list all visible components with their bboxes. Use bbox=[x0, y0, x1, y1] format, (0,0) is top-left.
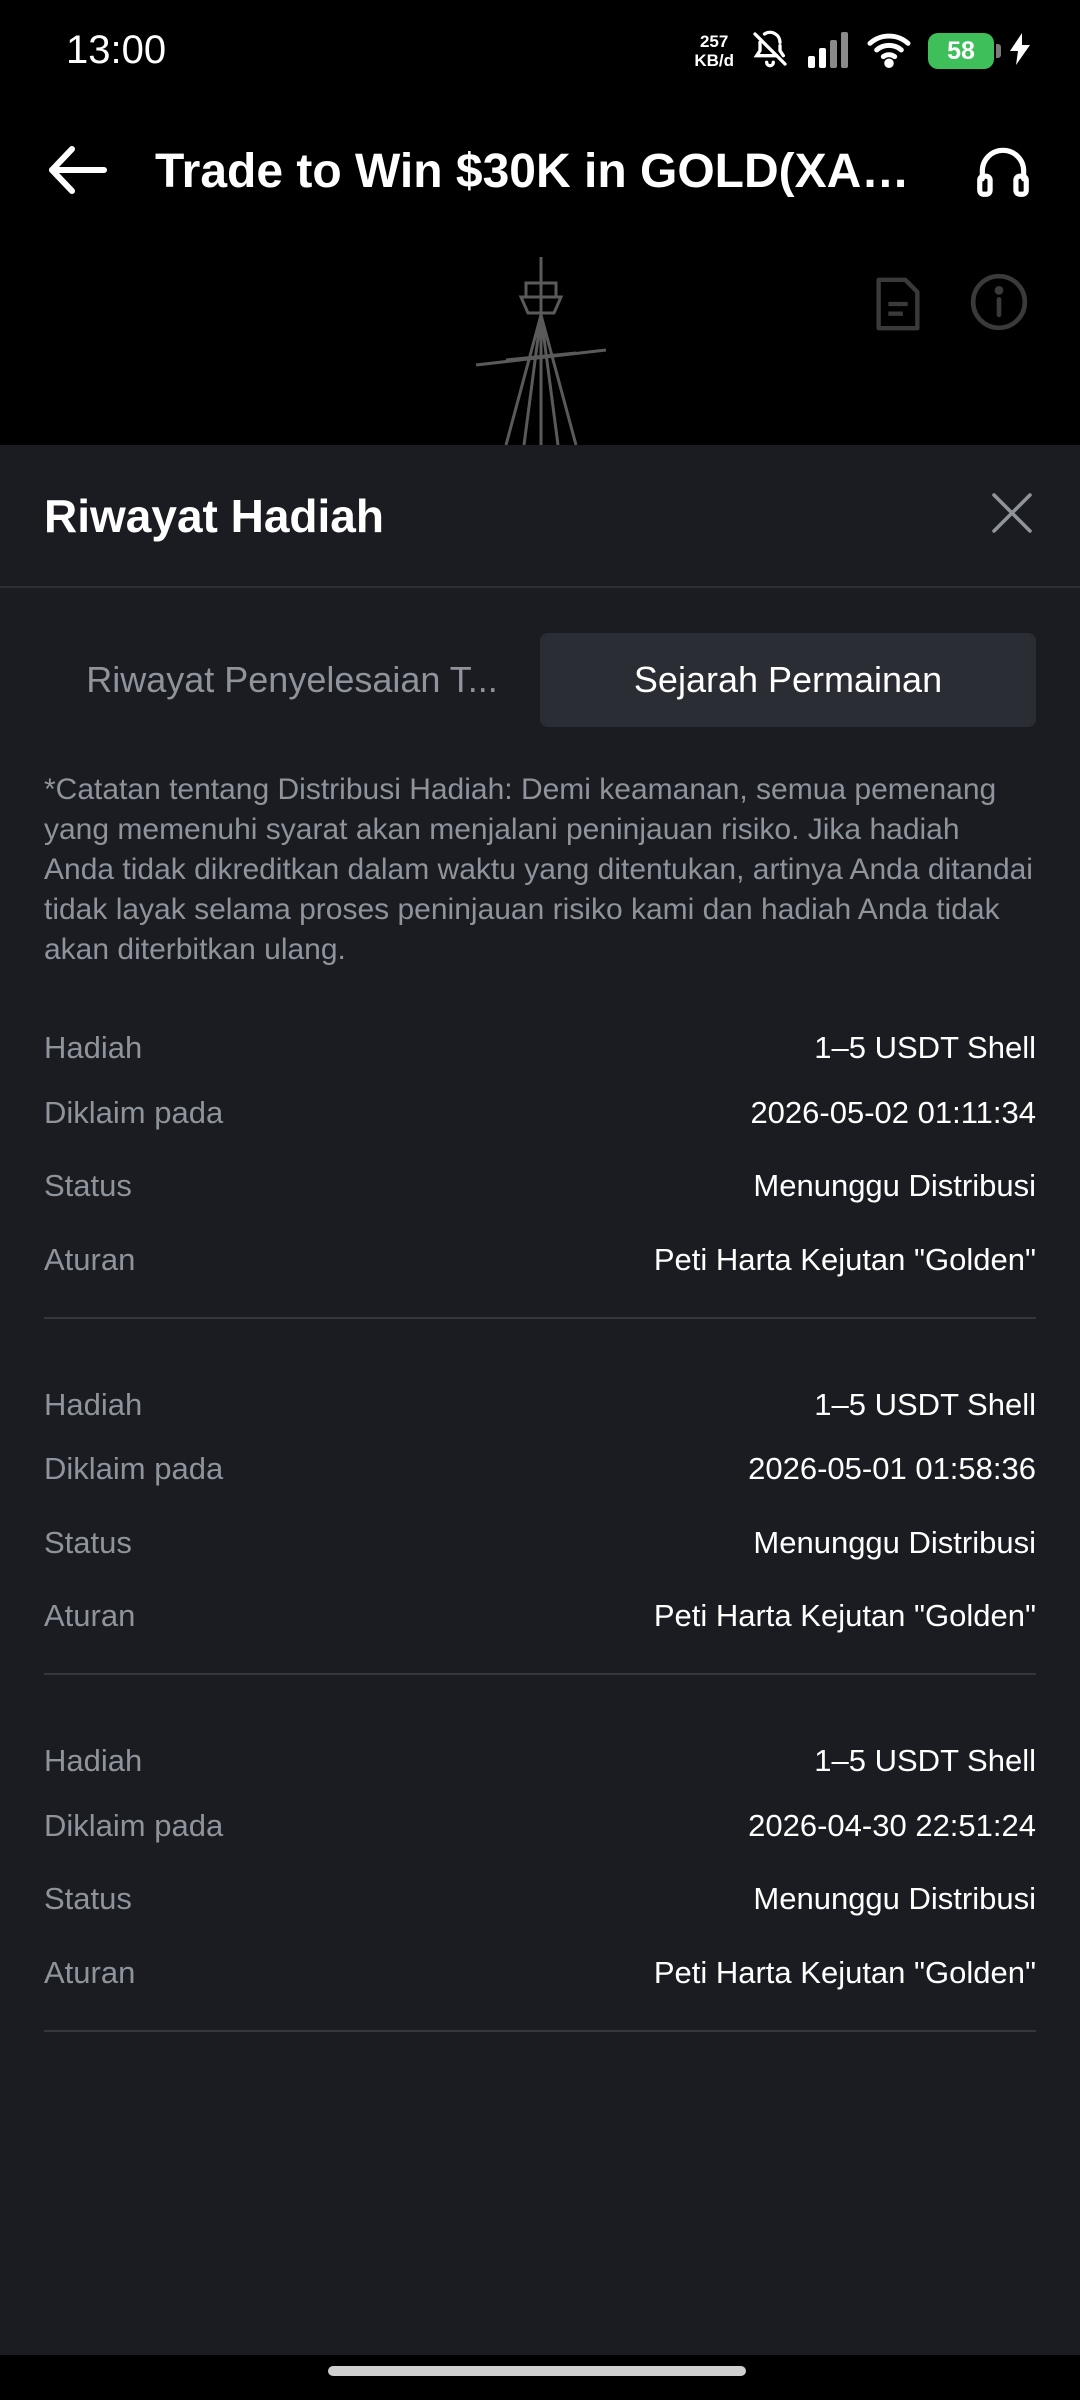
battery-level: 58 bbox=[947, 36, 975, 65]
battery-icon: 58 bbox=[928, 33, 1001, 69]
screen: 13:00 257 KB/d 58 Trade to Win $30K in G… bbox=[0, 0, 1080, 2400]
arrow-left-icon bbox=[46, 145, 108, 200]
list-item: Hadiah 1–5 USDT Shell Diklaim pada 2026-… bbox=[44, 1733, 1036, 2032]
back-button[interactable] bbox=[42, 140, 112, 204]
wifi-icon bbox=[866, 30, 912, 73]
sheet-title: Riwayat Hadiah bbox=[44, 490, 384, 542]
status-value: Menunggu Distribusi bbox=[753, 1881, 1036, 1917]
reward-row: Hadiah 1–5 USDT Shell bbox=[44, 1377, 1036, 1433]
history-tabs: Riwayat Penyelesaian T... Sejarah Permai… bbox=[44, 633, 1036, 727]
close-icon bbox=[988, 489, 1036, 542]
customer-support-button[interactable] bbox=[966, 138, 1040, 208]
reward-row: Hadiah 1–5 USDT Shell bbox=[44, 1020, 1036, 1076]
rule-row: Aturan Peti Harta Kejutan "Golden" bbox=[44, 1580, 1036, 1654]
reward-value: 1–5 USDT Shell bbox=[814, 1030, 1036, 1065]
status-time: 13:00 bbox=[66, 28, 167, 72]
bell-off-icon bbox=[750, 29, 790, 74]
claimed-row: Diklaim pada 2026-05-01 01:58:36 bbox=[44, 1433, 1036, 1507]
close-button[interactable] bbox=[980, 483, 1044, 547]
network-speed-value: 257 bbox=[699, 32, 729, 51]
claimed-label: Diklaim pada bbox=[44, 1451, 224, 1487]
claimed-label: Diklaim pada bbox=[44, 1094, 224, 1130]
rule-row: Aturan Peti Harta Kejutan "Golden" bbox=[44, 1936, 1036, 2010]
status-value: Menunggu Distribusi bbox=[753, 1524, 1036, 1560]
reward-label: Hadiah bbox=[44, 1743, 143, 1778]
charging-icon bbox=[1010, 32, 1030, 70]
claimed-label: Diklaim pada bbox=[44, 1807, 224, 1843]
status-label: Status bbox=[44, 1168, 132, 1204]
reward-row: Hadiah 1–5 USDT Shell bbox=[44, 1733, 1036, 1789]
rule-value: Peti Harta Kejutan "Golden" bbox=[653, 1241, 1036, 1277]
rule-label: Aturan bbox=[44, 1598, 136, 1634]
app-header: Trade to Win $30K in GOLD(XA… bbox=[0, 110, 1080, 235]
rule-label: Aturan bbox=[44, 1241, 136, 1277]
claimed-row: Diklaim pada 2026-04-30 22:51:24 bbox=[44, 1789, 1036, 1863]
claimed-value: 2026-05-02 01:11:34 bbox=[750, 1094, 1036, 1130]
reward-history-sheet: Riwayat Hadiah Riwayat Penyelesaian T...… bbox=[0, 445, 1080, 2355]
status-bar: 13:00 257 KB/d 58 bbox=[0, 0, 1080, 110]
document-icon[interactable] bbox=[872, 275, 924, 338]
home-indicator[interactable] bbox=[328, 2366, 746, 2376]
claimed-value: 2026-05-01 01:58:36 bbox=[748, 1451, 1036, 1487]
info-icon[interactable] bbox=[968, 271, 1030, 338]
list-item: Hadiah 1–5 USDT Shell Diklaim pada 2026-… bbox=[44, 1377, 1036, 1675]
claimed-value: 2026-04-30 22:51:24 bbox=[748, 1807, 1036, 1843]
hero-banner bbox=[0, 235, 1080, 445]
reward-records: Hadiah 1–5 USDT Shell Diklaim pada 2026-… bbox=[44, 1020, 1036, 2090]
ship-mast-illustration bbox=[466, 245, 616, 445]
rule-label: Aturan bbox=[44, 1954, 136, 1990]
sheet-header: Riwayat Hadiah bbox=[0, 445, 1080, 588]
tab-settlement-history[interactable]: Riwayat Penyelesaian T... bbox=[44, 633, 540, 727]
status-icons: 257 KB/d 58 bbox=[694, 26, 1030, 76]
reward-value: 1–5 USDT Shell bbox=[814, 1743, 1036, 1778]
reward-value: 1–5 USDT Shell bbox=[814, 1386, 1036, 1422]
network-speed-unit: KB/d bbox=[694, 51, 734, 70]
tab-label: Riwayat Penyelesaian T... bbox=[86, 659, 498, 700]
status-label: Status bbox=[44, 1524, 132, 1560]
claimed-row: Diklaim pada 2026-05-02 01:11:34 bbox=[44, 1076, 1036, 1150]
rule-row: Aturan Peti Harta Kejutan "Golden" bbox=[44, 1223, 1036, 1297]
page-title: Trade to Win $30K in GOLD(XA… bbox=[155, 145, 910, 198]
status-value: Menunggu Distribusi bbox=[753, 1168, 1036, 1204]
status-label: Status bbox=[44, 1881, 132, 1917]
tab-label: Sejarah Permainan bbox=[633, 659, 943, 700]
rule-value: Peti Harta Kejutan "Golden" bbox=[653, 1598, 1036, 1634]
network-speed: 257 KB/d bbox=[694, 32, 734, 70]
signal-icon bbox=[806, 30, 850, 73]
headset-icon bbox=[972, 140, 1034, 207]
tab-game-history[interactable]: Sejarah Permainan bbox=[540, 633, 1036, 727]
rule-value: Peti Harta Kejutan "Golden" bbox=[653, 1954, 1036, 1990]
status-row: Status Menunggu Distribusi bbox=[44, 1863, 1036, 1937]
status-row: Status Menunggu Distribusi bbox=[44, 1506, 1036, 1580]
reward-label: Hadiah bbox=[44, 1030, 143, 1065]
distribution-note: *Catatan tentang Distribusi Hadiah: Demi… bbox=[44, 773, 1033, 966]
status-row: Status Menunggu Distribusi bbox=[44, 1150, 1036, 1224]
list-item: Hadiah 1–5 USDT Shell Diklaim pada 2026-… bbox=[44, 1020, 1036, 1319]
reward-label: Hadiah bbox=[44, 1386, 143, 1422]
